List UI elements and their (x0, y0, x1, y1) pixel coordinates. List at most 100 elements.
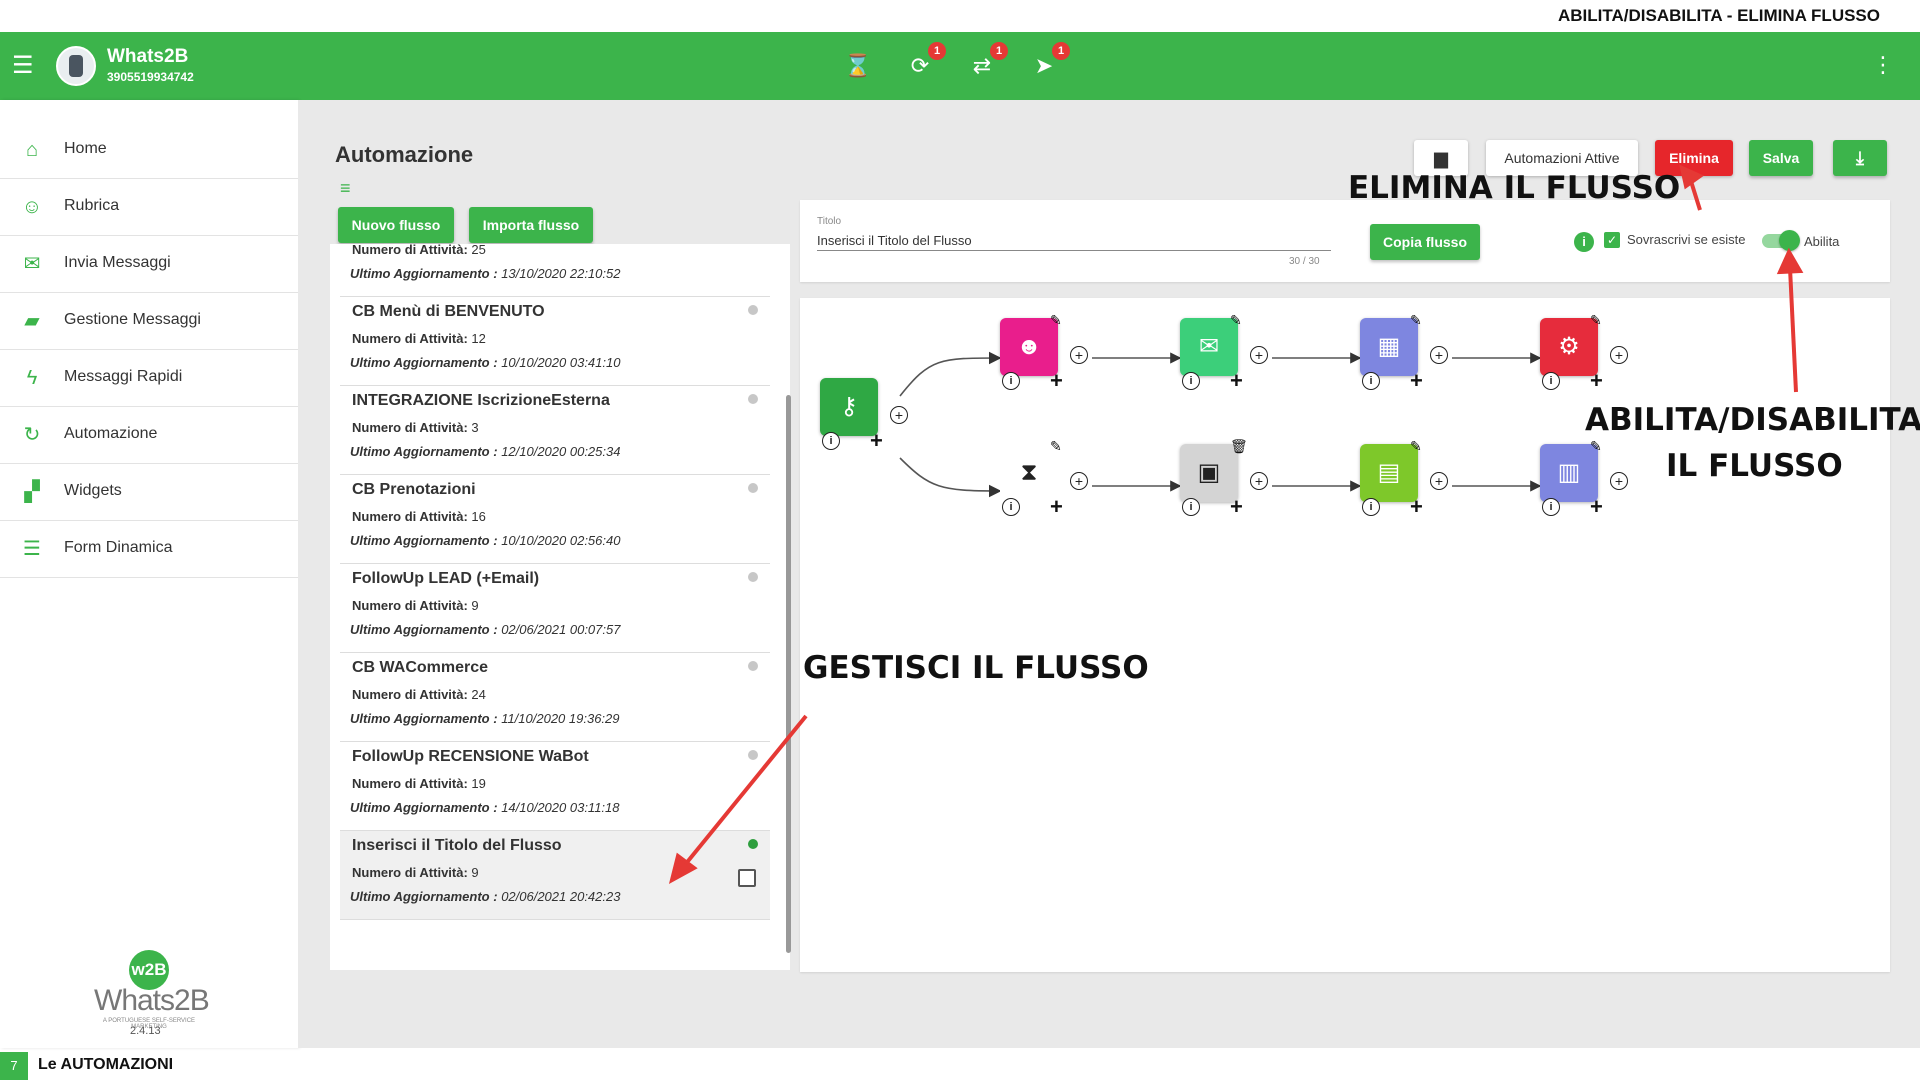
new-flow-button[interactable]: Nuovo flusso (338, 207, 454, 243)
sidebar-item-home[interactable]: ⌂ Home (0, 122, 298, 179)
edit-node-icon[interactable]: ✎ (1230, 312, 1242, 329)
add-child-icon[interactable]: + (1590, 496, 1603, 518)
add-connection-icon[interactable]: + (1430, 472, 1448, 490)
sidebar-item-rubrica[interactable]: ☺ Rubrica (0, 179, 298, 236)
flow-status-dot (748, 572, 758, 582)
add-connection-icon[interactable]: + (1250, 346, 1268, 364)
flow-activity-count: Numero di Attività: 24 (352, 687, 486, 702)
flow-list-item[interactable]: FollowUp LEAD (+Email) Numero di Attività… (340, 564, 770, 653)
flow-list-item[interactable]: CB WACommerce Numero di Attività: 24 Ultim… (340, 653, 770, 742)
add-child-icon[interactable]: + (1050, 496, 1063, 518)
flash-icon: ϟ (26, 367, 38, 389)
account-phone: 3905519934742 (107, 70, 194, 84)
node-info-icon[interactable]: i (1002, 372, 1020, 390)
flow-activity-count: Numero di Attività: 9 (352, 598, 479, 613)
sync-icon[interactable]: ⇄ 1 (966, 42, 1008, 82)
copy-flow-button[interactable]: Copia flusso (1370, 224, 1480, 260)
info-icon[interactable]: i (1574, 232, 1594, 252)
edit-node-icon[interactable]: ✎ (1050, 312, 1062, 329)
flow-last-updated: Ultimo Aggiornamento : 11/10/2020 19:36:… (350, 711, 620, 726)
send-scheduled-icon[interactable]: ➤ 1 (1028, 42, 1070, 82)
flow-settings-card: Titolo 30 / 30 Copia flusso i ✓ Sovrascr… (800, 200, 1890, 282)
flow-list-item[interactable]: FollowUp ISCRIZIONENumero di Attività: 2… (340, 244, 770, 297)
node-info-icon[interactable]: i (822, 432, 840, 450)
edit-node-icon[interactable]: ✎ (1410, 438, 1422, 455)
node-info-icon[interactable]: i (1542, 498, 1560, 516)
edit-node-icon[interactable]: ✎ (1050, 438, 1062, 455)
flow-last-updated: Ultimo Aggiornamento : 12/10/2020 00:25:… (350, 444, 621, 459)
overwrite-checkbox[interactable]: ✓ (1604, 232, 1620, 248)
node-info-icon[interactable]: i (1362, 372, 1380, 390)
flow-status-dot (748, 305, 758, 315)
edit-node-icon[interactable]: ✎ (1590, 312, 1602, 329)
app-name: Whats2B (107, 46, 189, 67)
node-info-icon[interactable]: i (1002, 498, 1020, 516)
store-icon: ▆ (1434, 148, 1448, 168)
flow-title: INTEGRAZIONE IscrizioneEsterna (352, 392, 610, 409)
more-vert-icon[interactable]: ⋮ (1872, 52, 1894, 78)
add-connection-icon[interactable]: + (1430, 346, 1448, 364)
add-connection-icon[interactable]: + (1070, 346, 1088, 364)
node-info-icon[interactable]: i (1182, 498, 1200, 516)
sidebar-item-invia-messaggi[interactable]: ✉ Invia Messaggi (0, 236, 298, 293)
flow-list-scrollbar[interactable] (786, 395, 791, 953)
add-connection-icon[interactable]: + (890, 406, 908, 424)
flow-select-checkbox[interactable] (738, 869, 756, 887)
flow-title: FollowUp RECENSIONE WaBot (352, 748, 589, 765)
download-button[interactable]: ⤓ (1833, 140, 1887, 176)
edit-node-icon[interactable]: ✎ (1410, 312, 1422, 329)
sidebar-item-gestione-messaggi[interactable]: ▰ Gestione Messaggi (0, 293, 298, 350)
menu-icon[interactable]: ☰ (12, 54, 34, 78)
sidebar-item-messaggi-rapidi[interactable]: ϟ Messaggi Rapidi (0, 350, 298, 407)
flow-list-item[interactable]: FollowUp RECENSIONE WaBot Numero di Attiv… (340, 742, 770, 831)
sidebar-item-widgets[interactable]: ▞ Widgets (0, 464, 298, 521)
flow-canvas[interactable]: ⚷ + i + ☻ ✎ + i + ✉ ✎ + i + ▦ ✎ + i + ⚙ ✎ + i + ⧗ ✎ + i + ▣ 🗑 + i + ▤ ✎ + i + ▥… (800, 298, 1890, 972)
hourglass-icon[interactable]: ⌛ (842, 50, 874, 82)
add-connection-icon[interactable]: + (1070, 472, 1088, 490)
add-child-icon[interactable]: + (1230, 496, 1243, 518)
refresh-clock-icon[interactable]: ⟳ 1 (904, 42, 946, 82)
delete-node-icon[interactable]: 🗑 (1230, 438, 1248, 455)
home-icon: ⌂ (25, 139, 39, 161)
flow-title: CB WACommerce (352, 659, 489, 676)
autorenew-icon: ↻ (23, 424, 41, 446)
toggle-knob (1779, 230, 1800, 251)
node-info-icon[interactable]: i (1362, 498, 1380, 516)
flow-list-item[interactable]: Inserisci il Titolo del Flusso Numero di … (340, 831, 770, 920)
flow-status-dot (748, 394, 758, 404)
flow-list-item[interactable]: INTEGRAZIONE IscrizioneEsterna Numero di … (340, 386, 770, 475)
download-icon: ⤓ (1856, 148, 1864, 168)
flow-status-dot (748, 839, 758, 849)
flow-title: CB Menù di BENVENUTO (352, 303, 545, 320)
save-button[interactable]: Salva (1749, 140, 1813, 176)
sidebar-item-label: Gestione Messaggi (64, 311, 201, 328)
enable-toggle[interactable] (1762, 230, 1800, 251)
flow-title-input[interactable] (817, 230, 1331, 251)
node-info-icon[interactable]: i (1542, 372, 1560, 390)
edit-node-icon[interactable]: ✎ (1590, 438, 1602, 455)
avatar[interactable] (56, 46, 96, 86)
sidebar-item-label: Invia Messaggi (64, 254, 171, 271)
add-child-icon[interactable]: + (870, 430, 883, 452)
list-toggle-icon[interactable]: ≡ (340, 178, 351, 199)
add-connection-icon[interactable]: + (1250, 472, 1268, 490)
add-child-icon[interactable]: + (1050, 370, 1063, 392)
add-connection-icon[interactable]: + (1610, 346, 1628, 364)
sidebar-item-automazione[interactable]: ↻ Automazione (0, 407, 298, 464)
app-version: 2.4.13 (130, 1025, 161, 1037)
logo-text: Whats2B (94, 984, 210, 1017)
footer-title: Le AUTOMAZIONI (38, 1056, 174, 1073)
add-child-icon[interactable]: + (1410, 370, 1423, 392)
flow-title: Inserisci il Titolo del Flusso (352, 837, 562, 854)
sidebar-item-form-dinamica[interactable]: ☰ Form Dinamica (0, 521, 298, 578)
flow-list-item[interactable]: CB Prenotazioni Numero di Attività: 16 Ult… (340, 475, 770, 564)
sidebar-item-label: Widgets (64, 482, 122, 499)
flow-list-item[interactable]: CB Menù di BENVENUTO Numero di Attività: … (340, 297, 770, 386)
add-child-icon[interactable]: + (1590, 370, 1603, 392)
import-flow-button[interactable]: Importa flusso (469, 207, 593, 243)
flow-last-updated: Ultimo Aggiornamento : 14/10/2020 03:11:… (350, 800, 620, 815)
add-child-icon[interactable]: + (1230, 370, 1243, 392)
add-child-icon[interactable]: + (1410, 496, 1423, 518)
node-info-icon[interactable]: i (1182, 372, 1200, 390)
add-connection-icon[interactable]: + (1610, 472, 1628, 490)
